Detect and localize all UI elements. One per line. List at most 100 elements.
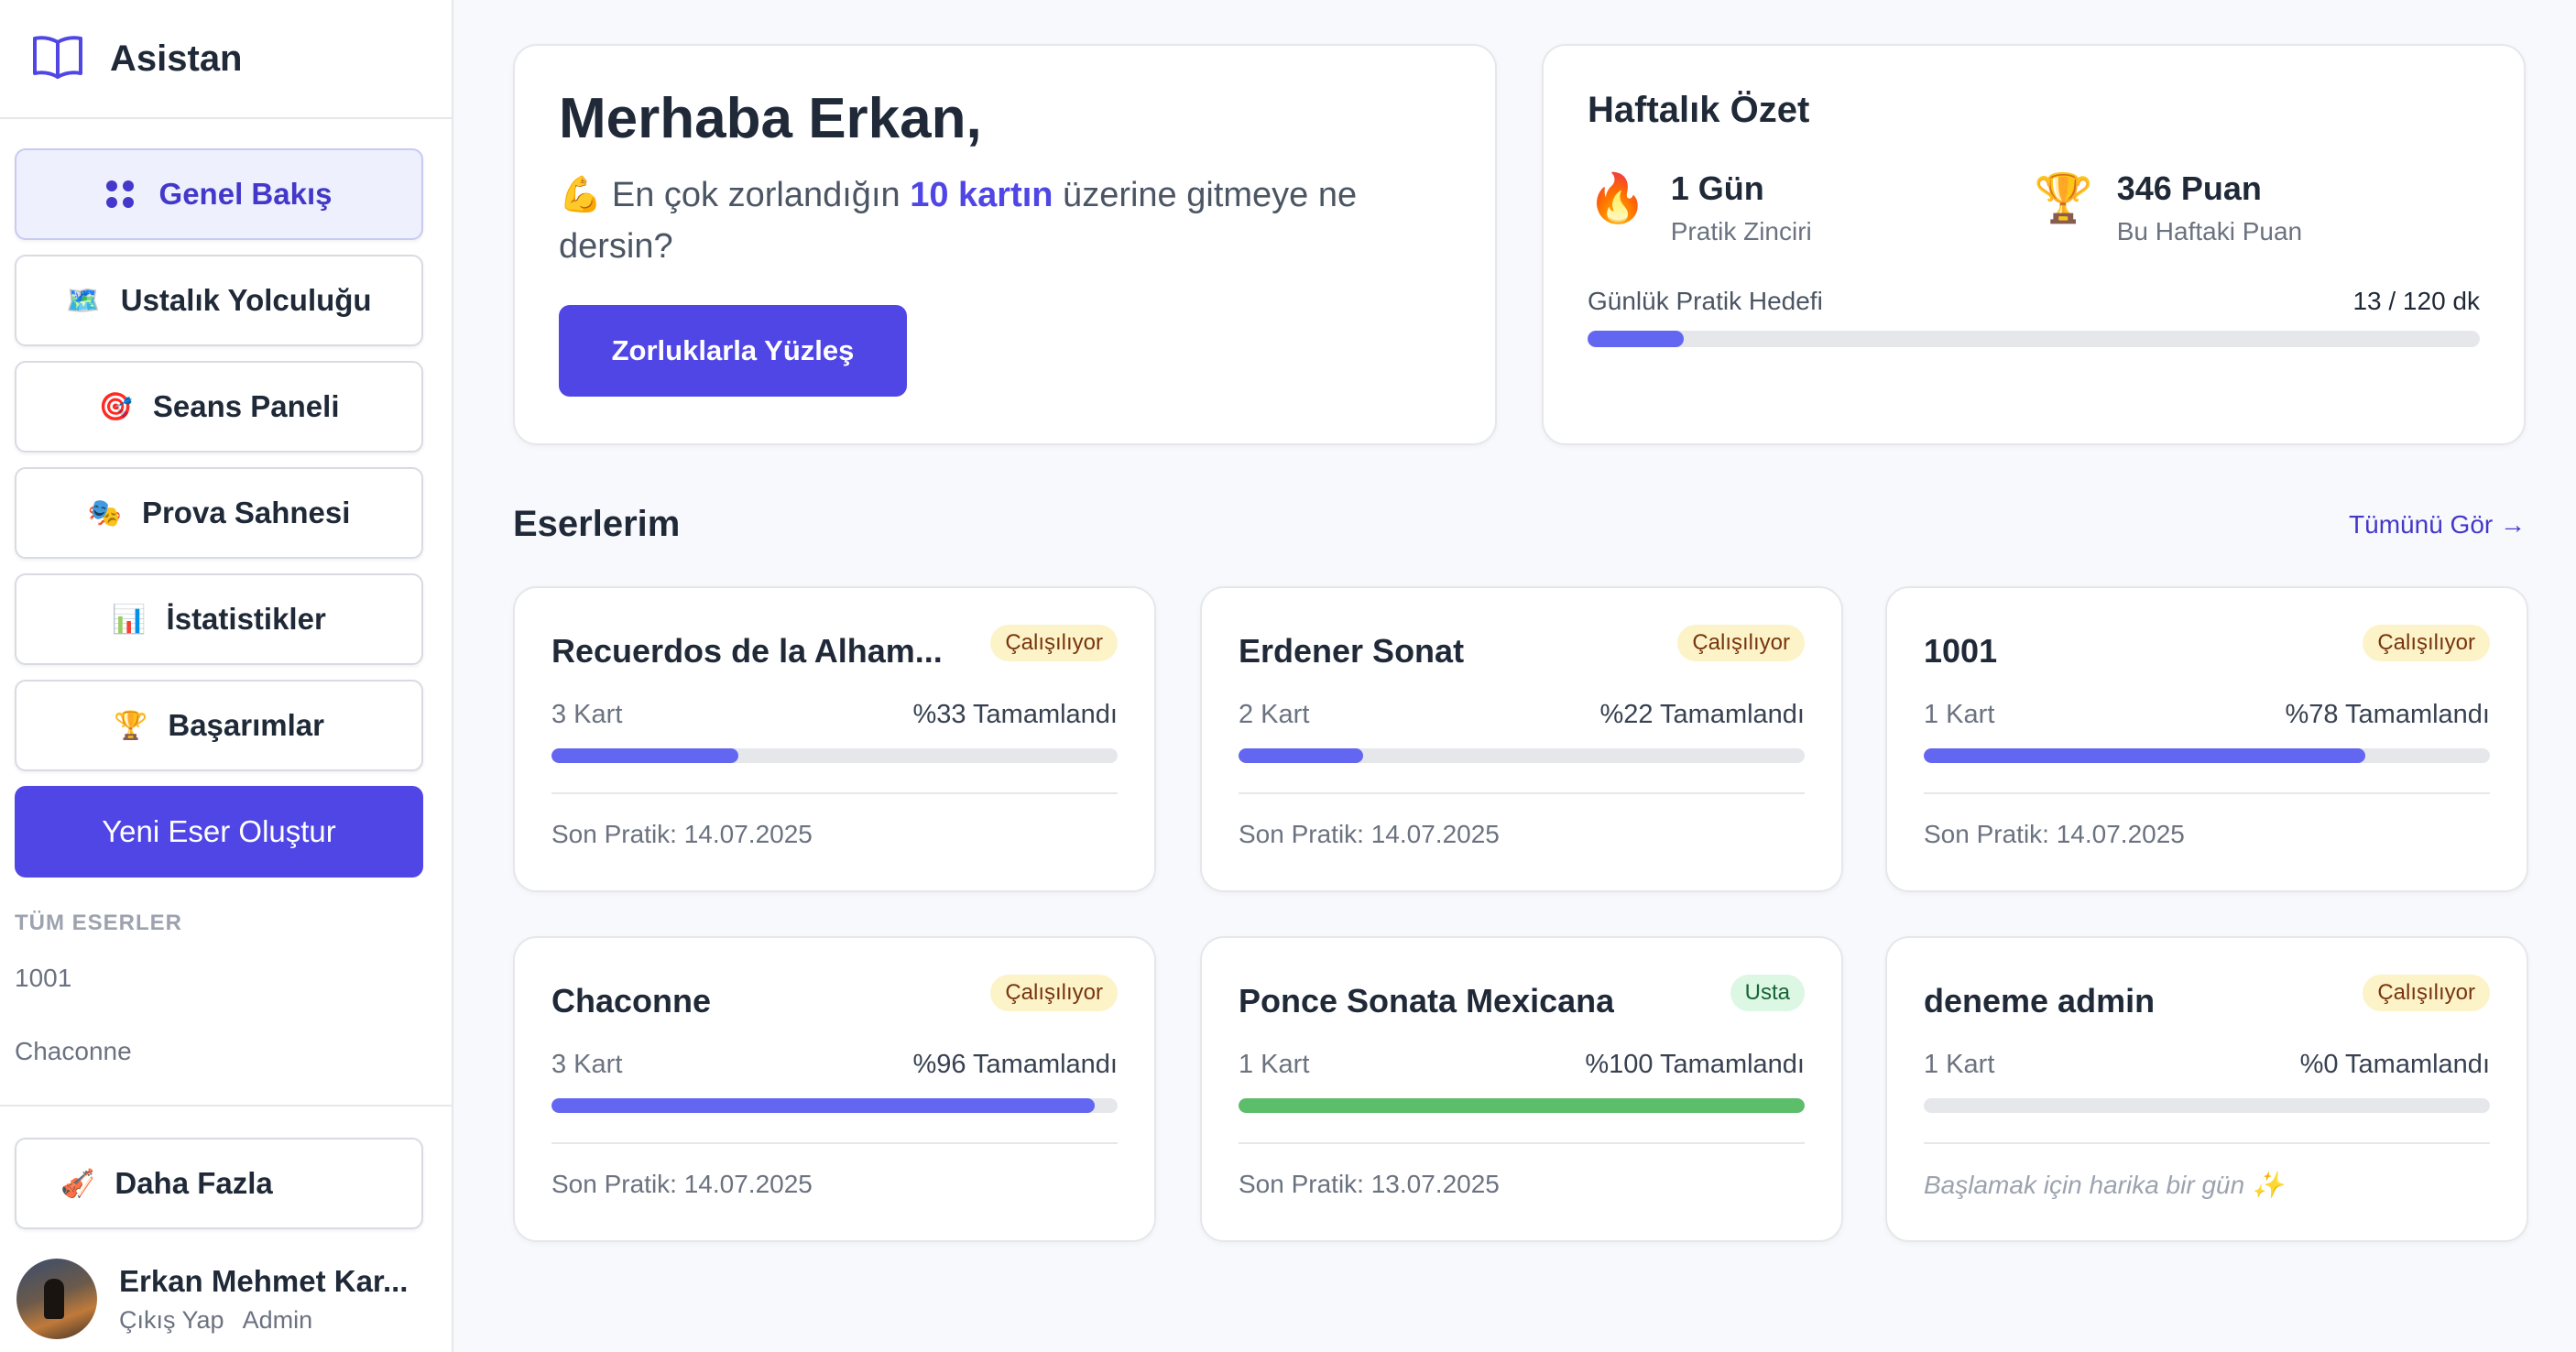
work-status-badge: Çalışılıyor	[990, 975, 1118, 1011]
works-section-title: Eserlerim	[513, 504, 681, 544]
sidebar-nav: Genel Bakış 🗺️ Ustalık Yolculuğu 🎯 Seans…	[0, 119, 452, 878]
work-card-count: 1 Kart	[1239, 1050, 1310, 1079]
work-progress-bar	[1924, 748, 2490, 763]
work-progress-bar	[1239, 1098, 1805, 1113]
work-progress-bar	[1239, 748, 1805, 763]
sidebar: Asistan Genel Bakış 🗺️ Ustalık Yolculuğu…	[0, 0, 453, 1352]
avatar[interactable]	[16, 1259, 97, 1339]
daily-goal-progress-bar	[1588, 331, 2480, 347]
work-status-badge: Çalışılıyor	[2363, 975, 2490, 1011]
work-card[interactable]: Ponce Sonata Mexicana Usta 1 Kart %100 T…	[1200, 936, 1843, 1242]
work-status-badge: Usta	[1730, 975, 1805, 1011]
work-percent: %22 Tamamlandı	[1599, 700, 1805, 729]
work-percent: %96 Tamamlandı	[912, 1050, 1118, 1079]
work-meta: 3 Kart %33 Tamamlandı	[551, 700, 1118, 730]
work-last-practice: Son Pratik: 14.07.2025	[1239, 820, 1500, 848]
work-card[interactable]: Chaconne Çalışılıyor 3 Kart %96 Tamamlan…	[513, 936, 1156, 1242]
work-card-count: 1 Kart	[1924, 700, 1995, 729]
grid-icon	[105, 180, 134, 208]
divider	[1239, 792, 1805, 794]
work-progress-bar	[551, 1098, 1118, 1113]
points-value: 346 Puan	[2116, 169, 2262, 207]
sidebar-footer: 🎻 Daha Fazla Erkan Mehmet Kar... Çıkış Y…	[0, 1105, 452, 1339]
work-card[interactable]: 1001 Çalışılıyor 1 Kart %78 Tamamlandı S…	[1885, 586, 2528, 892]
weekly-summary-card: Haftalık Özet 🔥 1 Gün Pratik Zinciri 🏆 3…	[1542, 44, 2526, 445]
streak-stat: 🔥 1 Gün Pratik Zinciri	[1588, 169, 2034, 246]
divider	[1924, 1142, 2490, 1144]
face-challenges-button[interactable]: Zorluklarla Yüzleş	[559, 305, 907, 397]
work-card-header: 1001 Çalışılıyor	[1924, 625, 2490, 671]
flexed-biceps-icon: 💪	[559, 176, 603, 214]
work-progress-fill	[551, 1098, 1096, 1113]
daily-goal-progress-fill	[1588, 331, 1685, 347]
points-label: Bu Haftaki Puan	[2116, 217, 2303, 245]
work-meta: 3 Kart %96 Tamamlandı	[551, 1050, 1118, 1080]
sidebar-work-item[interactable]: Chaconne	[15, 1037, 452, 1110]
work-title: Chaconne	[551, 982, 712, 1019]
divider	[551, 792, 1118, 794]
greeting-card: Merhaba Erkan, 💪 En çok zorlandığın 10 k…	[513, 44, 1497, 445]
nav-label: Ustalık Yolculuğu	[120, 283, 372, 317]
work-card-header: Chaconne Çalışılıyor	[551, 975, 1118, 1020]
logout-link[interactable]: Çıkış Yap	[119, 1306, 224, 1334]
work-card-count: 3 Kart	[551, 700, 623, 729]
work-card-count: 3 Kart	[551, 1050, 623, 1079]
streak-value: 1 Gün	[1670, 169, 1764, 207]
more-button[interactable]: 🎻 Daha Fazla	[15, 1138, 423, 1229]
work-progress-fill	[1924, 748, 2366, 763]
work-title: Ponce Sonata Mexicana	[1239, 982, 1615, 1019]
daily-goal-label: Günlük Pratik Hedefi	[1588, 287, 1823, 315]
work-status-badge: Çalışılıyor	[1677, 625, 1805, 661]
user-info: Erkan Mehmet Kar... Çıkış Yap Admin	[119, 1264, 421, 1335]
work-card[interactable]: Recuerdos de la Alham... Çalışılıyor 3 K…	[513, 586, 1156, 892]
work-title: Recuerdos de la Alham...	[551, 632, 943, 670]
points-stat: 🏆 346 Puan Bu Haftaki Puan	[2034, 169, 2480, 246]
book-icon	[31, 33, 84, 85]
work-card-header: Ponce Sonata Mexicana Usta	[1239, 975, 1805, 1020]
work-last-practice: Son Pratik: 14.07.2025	[551, 820, 813, 848]
nav-achievements-button[interactable]: 🏆 Başarımlar	[15, 680, 423, 771]
nav-session-panel-button[interactable]: 🎯 Seans Paneli	[15, 361, 423, 452]
nav-statistics-button[interactable]: 📊 İstatistikler	[15, 573, 423, 665]
work-progress-fill	[551, 748, 738, 763]
work-percent: %0 Tamamlandı	[2299, 1050, 2490, 1079]
work-status-badge: Çalışılıyor	[2363, 625, 2490, 661]
work-card[interactable]: deneme admin Çalışılıyor 1 Kart %0 Tamam…	[1885, 936, 2528, 1242]
user-links: Çıkış Yap Admin	[119, 1306, 421, 1335]
work-title: 1001	[1924, 632, 1998, 670]
divider	[1239, 1142, 1805, 1144]
work-meta: 1 Kart %78 Tamamlandı	[1924, 700, 2490, 730]
trophy-icon: 🏆	[114, 710, 148, 741]
trophy-icon: 🏆	[2034, 172, 2093, 225]
weekly-stats: 🔥 1 Gün Pratik Zinciri 🏆 346 Puan Bu Haf…	[1588, 169, 2480, 246]
work-last-practice: Son Pratik: 14.07.2025	[1924, 820, 2185, 848]
user-role: Admin	[242, 1305, 313, 1334]
fire-icon: 🔥	[1588, 172, 1647, 225]
nav-label: Seans Paneli	[152, 389, 340, 423]
streak-label: Pratik Zinciri	[1670, 217, 1812, 245]
work-last-practice: Başlamak için harika bir gün ✨	[1924, 1171, 2284, 1199]
brand[interactable]: Asistan	[0, 0, 452, 119]
sidebar-work-item[interactable]: 1001	[15, 964, 452, 1037]
more-label: Daha Fazla	[115, 1166, 273, 1200]
nav-overview-button[interactable]: Genel Bakış	[15, 148, 423, 240]
work-card[interactable]: Erdener Sonat Çalışılıyor 2 Kart %22 Tam…	[1200, 586, 1843, 892]
see-all-link[interactable]: Tümünü Gör →	[2349, 510, 2526, 540]
work-last-practice: Son Pratik: 13.07.2025	[1239, 1170, 1500, 1198]
divider	[1924, 792, 2490, 794]
work-progress-fill	[1239, 748, 1363, 763]
nav-label: İstatistikler	[166, 602, 326, 636]
weekly-title: Haftalık Özet	[1588, 90, 1810, 130]
nav-mastery-journey-button[interactable]: 🗺️ Ustalık Yolculuğu	[15, 255, 423, 346]
new-work-button[interactable]: Yeni Eser Oluştur	[15, 786, 423, 878]
theater-masks-icon: 🎭	[87, 497, 122, 529]
daily-goal-row: Günlük Pratik Hedefi 13 / 120 dk	[1588, 287, 2480, 316]
divider	[551, 1142, 1118, 1144]
work-progress-fill	[1239, 1098, 1805, 1113]
user-name: Erkan Mehmet Kar...	[119, 1263, 409, 1298]
bar-chart-icon: 📊	[112, 604, 147, 635]
nav-rehearsal-stage-button[interactable]: 🎭 Prova Sahnesi	[15, 467, 423, 559]
daily-goal-value: 13 / 120 dk	[2352, 287, 2480, 315]
works-section-header: Eserlerim Tümünü Gör →	[513, 504, 2526, 545]
nav-label: Prova Sahnesi	[141, 496, 351, 529]
